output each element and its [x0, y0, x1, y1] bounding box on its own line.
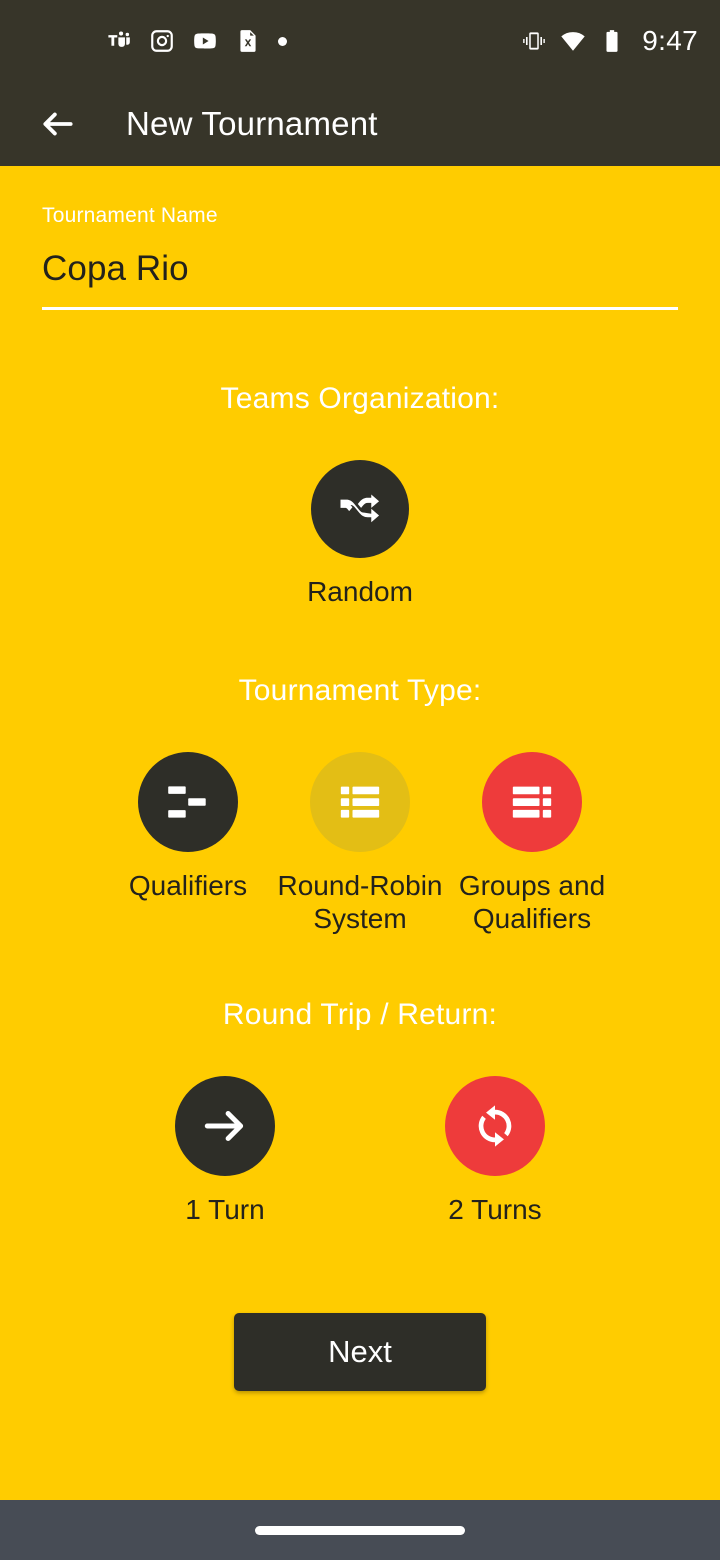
back-arrow-icon [43, 112, 73, 136]
two-turns-option-circle[interactable] [445, 1075, 545, 1176]
random-option-circle[interactable] [311, 459, 409, 558]
arrow-right-icon [204, 1110, 244, 1141]
excel-file-icon [235, 28, 261, 54]
battery-icon [599, 28, 625, 54]
shuffle-icon [340, 493, 380, 522]
vibrate-mode-icon [521, 28, 547, 54]
status-bar: 9:47 [0, 0, 720, 82]
home-gesture-handle[interactable] [255, 1525, 465, 1535]
option-qualifiers-label: Qualifiers [128, 870, 248, 902]
option-two-turns-label: 2 Turns [448, 1193, 542, 1225]
option-random[interactable]: Random [307, 459, 413, 609]
teams-organization-section: Teams Organization: Random [42, 382, 678, 609]
round-trip-options: 1 Turn 2 Turns [42, 1075, 678, 1227]
option-two-turns[interactable]: 2 Turns [445, 1075, 545, 1227]
notification-dot-icon [278, 36, 287, 46]
option-groups-and-qualifiers[interactable]: Groups and Qualifiers [446, 752, 618, 936]
tournament-type-title: Tournament Type: [238, 674, 482, 708]
tournament-name-label: Tournament Name [42, 204, 218, 227]
option-qualifiers[interactable]: Qualifiers [102, 752, 274, 903]
groups-list-icon [512, 786, 552, 818]
next-button[interactable]: Next [234, 1312, 486, 1391]
qualifiers-option-circle[interactable] [138, 752, 238, 853]
status-bar-notification-icons [106, 28, 287, 54]
bracket-icon [168, 786, 206, 818]
actions-row: Next [42, 1312, 678, 1391]
option-random-label: Random [307, 575, 413, 607]
instagram-icon [149, 28, 175, 54]
list-icon [340, 786, 380, 818]
app-bar: New Tournament [0, 82, 720, 166]
repeat-icon [478, 1105, 512, 1147]
teams-organization-options: Random [42, 459, 678, 609]
youtube-icon [192, 28, 218, 54]
page-title: New Tournament [126, 105, 378, 142]
round-trip-section: Round Trip / Return: 1 Turn 2 Turns [42, 998, 678, 1227]
teams-organization-title: Teams Organization: [220, 381, 500, 415]
wifi-icon [560, 28, 586, 54]
tournament-name-field[interactable]: Tournament Name Copa Rio [42, 166, 678, 310]
back-button[interactable] [32, 98, 84, 150]
microsoft-teams-icon [106, 28, 132, 54]
groups-qualifiers-option-circle[interactable] [482, 752, 582, 853]
option-one-turn[interactable]: 1 Turn [175, 1075, 275, 1227]
tournament-name-input[interactable]: Copa Rio [42, 249, 678, 289]
tournament-name-underline [42, 306, 678, 310]
status-bar-clock: 9:47 [642, 25, 698, 56]
option-groups-and-qualifiers-label: Groups and Qualifiers [458, 870, 606, 934]
tournament-type-section: Tournament Type: Qualifiers Round-Robin … [42, 674, 678, 936]
system-navigation-bar [0, 1500, 720, 1560]
main-content: Tournament Name Copa Rio Teams Organizat… [0, 166, 720, 1500]
option-one-turn-label: 1 Turn [185, 1193, 265, 1225]
status-bar-system-icons: 9:47 [521, 25, 698, 57]
option-round-robin-label: Round-Robin System [277, 870, 443, 934]
round-trip-title: Round Trip / Return: [222, 997, 498, 1031]
option-round-robin[interactable]: Round-Robin System [274, 752, 446, 936]
round-robin-option-circle[interactable] [310, 752, 410, 853]
one-turn-option-circle[interactable] [175, 1075, 275, 1176]
tournament-type-options: Qualifiers Round-Robin System Groups and… [42, 752, 678, 936]
